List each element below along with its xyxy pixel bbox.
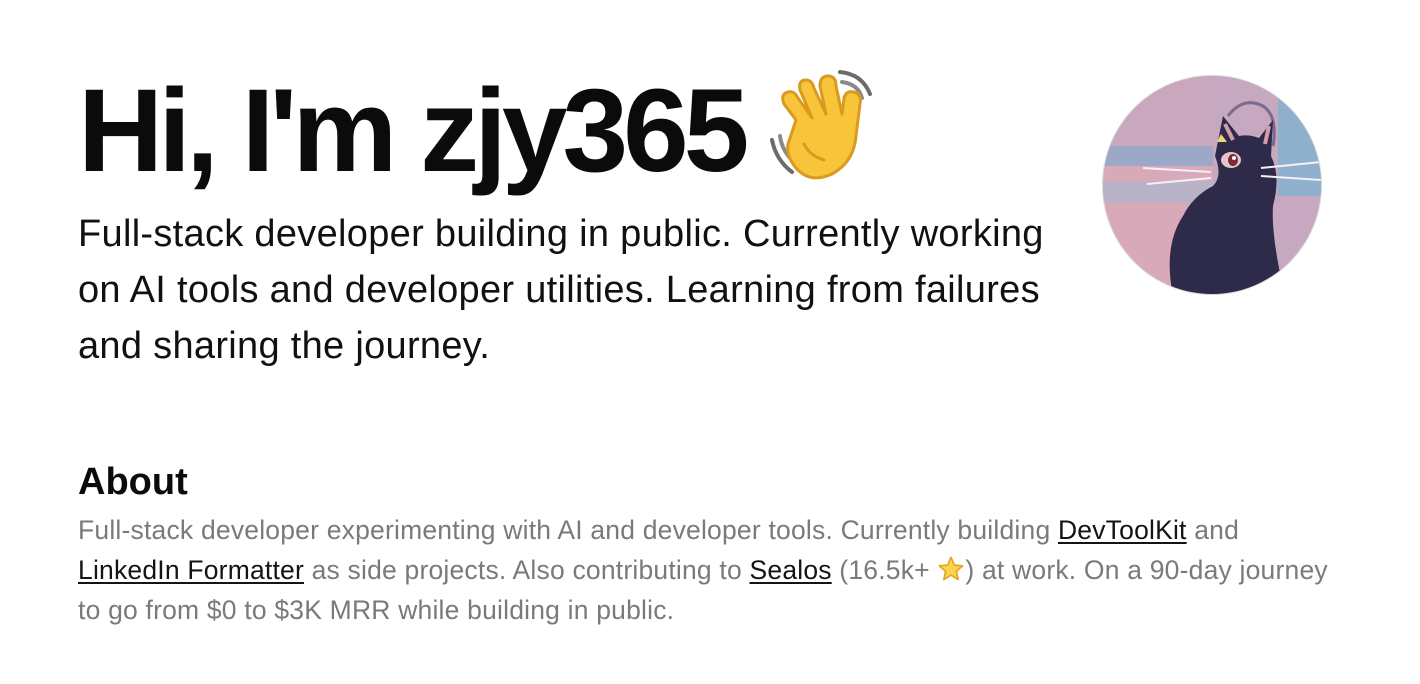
about-text-part: and	[1186, 515, 1240, 545]
about-text-part: Full-stack developer experimenting with …	[78, 515, 1058, 545]
about-text-part: (16.5k+	[831, 555, 938, 585]
about-section: About Full-stack developer experimenting…	[78, 458, 1328, 630]
waving-hand-icon	[770, 70, 873, 180]
hero-bio: Full-stack developer building in public.…	[78, 213, 1044, 367]
black-cat-avatar-image	[1103, 76, 1321, 294]
page-title-text: Hi, I'm zjy365	[78, 65, 749, 197]
sealos-link[interactable]: Sealos	[750, 555, 832, 585]
about-heading: About	[78, 461, 188, 503]
avatar	[1102, 75, 1322, 295]
hero-section: Hi, I'm zjy365 Full-stack developer buil…	[78, 62, 1078, 374]
star-icon	[938, 556, 964, 581]
page-title: Hi, I'm zjy365	[78, 62, 1078, 200]
about-text: Full-stack developer experimenting with …	[78, 510, 1328, 630]
devtoolkit-link[interactable]: DevToolKit	[1058, 515, 1187, 545]
linkedin-formatter-link[interactable]: LinkedIn Formatter	[78, 555, 304, 585]
about-text-part: as side projects. Also contributing to	[304, 555, 750, 585]
